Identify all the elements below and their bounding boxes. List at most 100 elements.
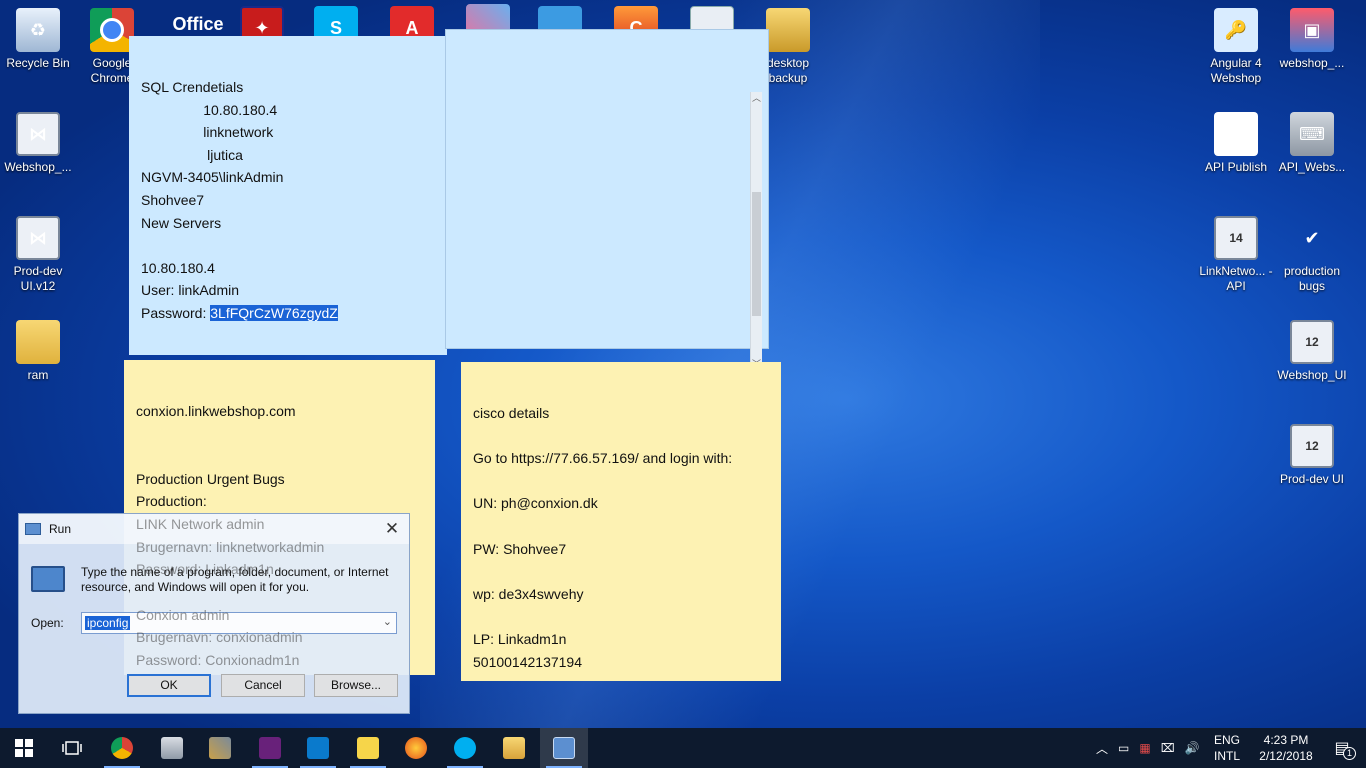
sticky-note-sql[interactable]: SQL Crendetials 10.80.180.4 linknetwork … [129, 36, 447, 355]
run-program-icon [31, 566, 65, 592]
note-line: cisco details [473, 405, 550, 421]
note-line [473, 605, 769, 628]
api-webs-label: API_Webs... [1278, 160, 1346, 174]
publish-arrow-icon: ➜ [1214, 112, 1258, 156]
notification-count: 1 [1343, 747, 1356, 760]
note-line: 50100142137194 [473, 653, 583, 670]
taskbar: ︿ ▭ ▦ ⌧ 🔊 ENG INTL 4:23 PM 2/12/2018 ▤ 1 [0, 728, 1366, 768]
task-view-icon [62, 741, 82, 755]
taskbar-tools[interactable] [196, 728, 244, 768]
volume-icon[interactable]: 🔊 [1185, 741, 1200, 755]
taskbar-file-app[interactable] [148, 728, 196, 768]
package-icon: ▣ [1290, 8, 1334, 52]
cancel-button[interactable]: Cancel [221, 674, 305, 697]
browse-button[interactable]: Browse... [314, 674, 398, 697]
api-publish-shortcut[interactable]: ➜ API Publish [1198, 112, 1274, 175]
security-alert-icon[interactable]: ▦ [1139, 741, 1150, 755]
keyboard-layout: INTL [1214, 749, 1241, 763]
linknetwork-api-shortcut[interactable]: 14 LinkNetwo... - API [1198, 216, 1274, 294]
password-label: Password: [141, 304, 211, 321]
network-icon[interactable]: ⌧ [1161, 741, 1175, 755]
vs14-badge: 14 [1229, 230, 1243, 245]
note-line [473, 425, 769, 448]
taskbar-file-explorer[interactable] [490, 728, 538, 768]
clock[interactable]: 4:23 PM 2/12/2018 [1254, 732, 1318, 764]
taskbar-chrome[interactable] [98, 728, 146, 768]
taskbar-firefox[interactable] [392, 728, 440, 768]
prod-dev-ui-label: Prod-dev UI [1279, 472, 1345, 486]
ok-button[interactable]: OK [127, 674, 211, 697]
note-line: SQL Crendetials [141, 79, 244, 95]
open-combobox[interactable]: ipconfig ⌄ [81, 612, 397, 634]
battery-icon[interactable]: ▭ [1118, 741, 1129, 755]
language-code: ENG [1214, 733, 1241, 747]
windows-logo-icon [15, 739, 33, 757]
production-bugs-shortcut[interactable]: ✔ production bugs [1274, 216, 1350, 294]
webshop-pack-label: webshop_... [1279, 56, 1345, 70]
api-webs-shortcut[interactable]: ⌨ API_Webs... [1274, 112, 1350, 175]
taskbar-skype[interactable] [441, 728, 489, 768]
webshop-ui-shortcut[interactable]: 12 Webshop_UI [1274, 320, 1350, 383]
linknetwork-api-label: LinkNetwo... - API [1199, 264, 1273, 293]
taskbar-run[interactable] [540, 728, 588, 768]
taskbar-visual-studio[interactable] [246, 728, 294, 768]
password-selected-text[interactable]: 3LfFQrCzW76zgydZ [210, 304, 338, 321]
prod-dev-uiv12-label: Prod-dev UI.v12 [13, 264, 63, 293]
scrollbar-thumb[interactable] [752, 192, 761, 316]
note-scrollbar[interactable]: ︿ ﹀ [750, 92, 762, 370]
note-line: Production Urgent Bugs [136, 470, 285, 487]
chevron-up-icon[interactable]: ︿ [1096, 740, 1108, 757]
angular4-label: Angular 4 Webshop [1210, 56, 1262, 85]
note-line: PW: Shohvee7 [473, 540, 567, 557]
note-line [136, 445, 423, 468]
taskbar-sticky-notes[interactable] [344, 728, 392, 768]
task-view-button[interactable] [48, 728, 96, 768]
prod-dev-uiv12-shortcut[interactable]: ⋈ Prod-dev UI.v12 [0, 216, 76, 294]
run-message: Type the name of a program, folder, docu… [81, 565, 389, 594]
firefox-icon [405, 737, 427, 759]
start-button[interactable] [0, 728, 48, 768]
sticky-note-empty[interactable]: ︿ ﹀ [445, 29, 769, 370]
office-label: Office [172, 13, 224, 34]
webshop-left-label: Webshop_... [4, 160, 72, 174]
note-line: NGVM-3405\linkAdmin [141, 169, 284, 186]
note-line: Production: [136, 493, 207, 510]
run-dialog[interactable]: Run ✕ Type the name of a program, folder… [18, 513, 410, 714]
chrome-icon [90, 8, 134, 52]
action-center-button[interactable]: ▤ 1 [1322, 728, 1362, 768]
note-line: 10.80.180.4 [141, 101, 278, 118]
input-language[interactable]: ENG INTL [1214, 732, 1240, 764]
webshop-shortcut-left[interactable]: ⋈ Webshop_... [0, 112, 76, 175]
note-line: wp: de3x4swvehy [473, 585, 584, 602]
clock-time: 4:23 PM [1263, 733, 1309, 747]
ram-folder-shortcut[interactable]: ram [0, 320, 76, 383]
note-line: Shohvee7 [141, 191, 205, 208]
run-app-icon [25, 523, 41, 535]
note-line: User: linkAdmin [141, 282, 240, 299]
open-input-value[interactable]: ipconfig [85, 616, 131, 630]
api-publish-label: API Publish [1204, 160, 1268, 174]
taskbar-vscode[interactable] [294, 728, 342, 768]
system-tray: ︿ ▭ ▦ ⌧ 🔊 [1096, 728, 1199, 768]
recycle-bin-shortcut[interactable]: ♻ Recycle Bin [0, 8, 76, 71]
visual-studio-solution-icon: ⋈ [16, 112, 60, 156]
sticky-note-cisco[interactable]: cisco details Go to https://77.66.57.169… [461, 362, 781, 681]
users-key-icon: 🔑 [1214, 8, 1258, 52]
run-titlebar[interactable]: Run [19, 514, 409, 544]
note-line: conxion.linkwebshop.com [136, 403, 296, 419]
angular4-webshop-shortcut[interactable]: 🔑 Angular 4 Webshop [1198, 8, 1274, 86]
note-line: LP: Linkadm1n [473, 630, 567, 647]
visual-studio-solution-icon: ⋈ [16, 216, 60, 260]
folder-icon [503, 737, 525, 759]
prod-dev-ui-shortcut[interactable]: 12 Prod-dev UI [1274, 424, 1350, 487]
scroll-up-arrow-icon[interactable]: ︿ [751, 92, 762, 104]
recycle-bin-label: Recycle Bin [6, 56, 70, 70]
webshop-package-shortcut[interactable]: ▣ webshop_... [1274, 8, 1350, 71]
password-line: Password: 3LfFQrCzW76zgydZ [141, 302, 435, 325]
note-line [473, 470, 769, 493]
close-icon[interactable]: ✕ [381, 518, 403, 540]
visual-studio-12-icon: 12 [1290, 320, 1334, 364]
note-line: Go to https://77.66.57.169/ and login wi… [473, 450, 733, 467]
visual-studio-icon [259, 737, 281, 759]
chevron-down-icon[interactable]: ⌄ [383, 615, 392, 628]
